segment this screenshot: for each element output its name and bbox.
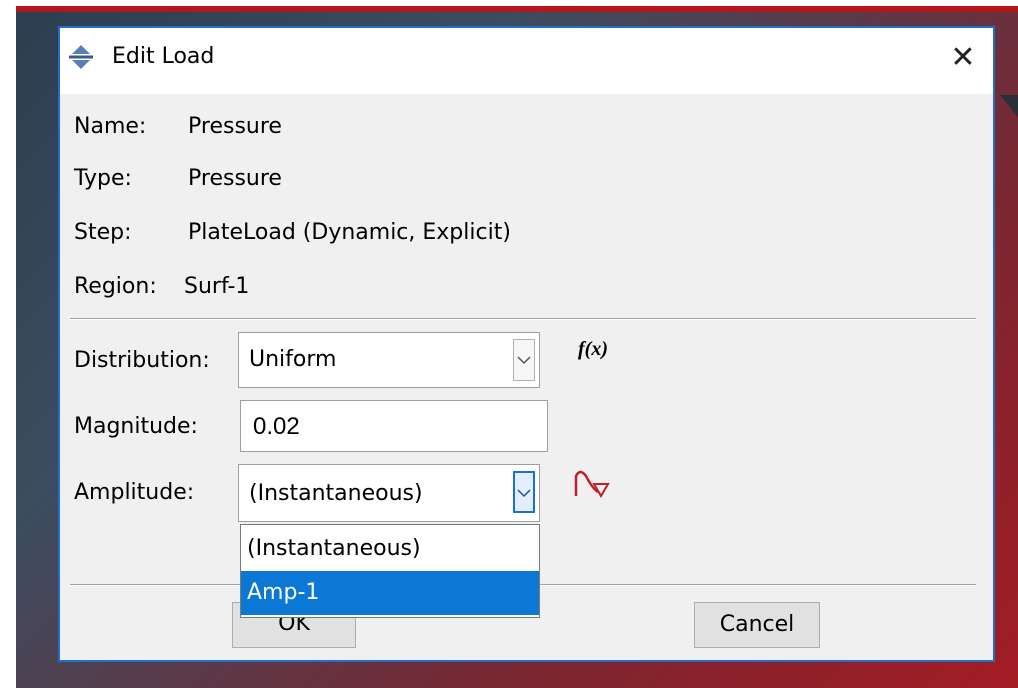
amplitude-manager-icon[interactable]	[572, 466, 612, 502]
chevron-down-icon	[517, 356, 531, 365]
dropdown-option-amp-1[interactable]: Amp-1	[241, 571, 539, 615]
step-value: PlateLoad (Dynamic, Explicit)	[188, 220, 511, 245]
expression-field-icon[interactable]: f(x)	[578, 338, 608, 361]
step-label: Step:	[74, 220, 132, 245]
distribution-label: Distribution:	[74, 348, 210, 373]
close-button[interactable]: ✕	[941, 36, 985, 80]
magnitude-input[interactable]: 0.02	[240, 400, 548, 452]
separator-top	[70, 318, 976, 320]
name-label: Name:	[74, 114, 147, 139]
magnitude-value: 0.02	[253, 413, 300, 440]
dropdown-option-instantaneous[interactable]: (Instantaneous)	[241, 527, 539, 571]
amplitude-dropdown-list: (Instantaneous) Amp-1	[240, 524, 540, 618]
load-icon	[69, 45, 93, 69]
name-value: Pressure	[188, 114, 282, 139]
magnitude-label: Magnitude:	[74, 414, 198, 439]
dialog-titlebar: Edit Load ✕	[60, 28, 993, 94]
distribution-dropdown-button[interactable]	[513, 339, 535, 381]
edit-load-dialog: Edit Load ✕ Name: Pressure Type: Pressur…	[58, 26, 995, 662]
dialog-title: Edit Load	[112, 44, 215, 69]
chevron-down-icon	[517, 489, 531, 498]
type-value: Pressure	[188, 166, 282, 191]
distribution-select[interactable]: Uniform	[238, 332, 540, 388]
amplitude-select[interactable]: (Instantaneous)	[238, 464, 540, 522]
region-value: Surf-1	[184, 274, 250, 299]
region-label: Region:	[74, 274, 157, 299]
top-margin	[0, 0, 1018, 6]
type-label: Type:	[74, 166, 132, 191]
amplitude-dropdown-button[interactable]	[513, 471, 535, 513]
close-icon: ✕	[950, 40, 976, 75]
distribution-value: Uniform	[249, 347, 337, 372]
background-shape	[1000, 95, 1018, 117]
left-margin	[0, 0, 16, 688]
cancel-button[interactable]: Cancel	[694, 602, 820, 648]
amplitude-label: Amplitude:	[74, 480, 195, 505]
amplitude-value: (Instantaneous)	[249, 481, 423, 506]
